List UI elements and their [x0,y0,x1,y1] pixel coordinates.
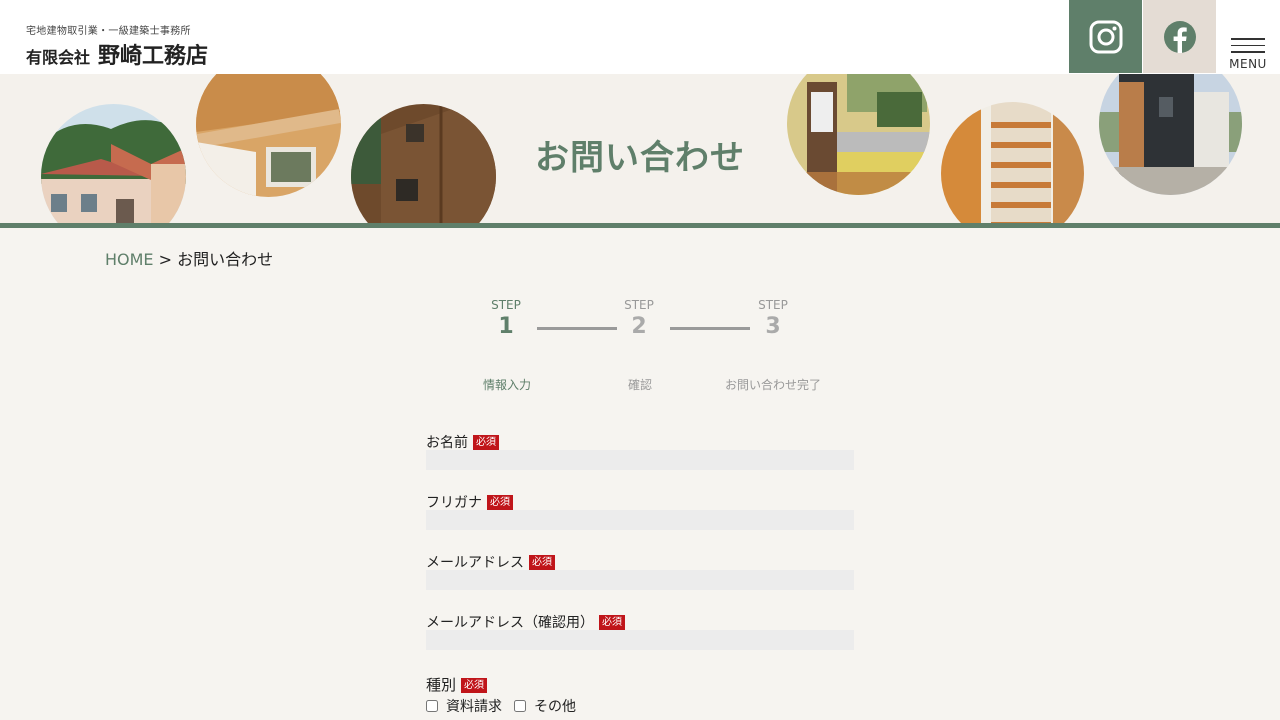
option-label: その他 [534,699,576,715]
required-badge: 必須 [461,678,488,693]
breadcrumb-home-link[interactable]: HOME [105,250,154,269]
step-number: 3 [765,314,781,339]
step-3-caption: お問い合わせ完了 [724,378,821,392]
furigana-input[interactable] [426,510,854,530]
logo-subtitle: 宅地建物取引業・一級建築士事務所 [26,26,191,37]
facebook-icon [1163,20,1196,53]
required-badge: 必須 [529,555,555,570]
email-label: メールアドレス 必須 [426,552,555,572]
step-2-caption: 確認 [627,378,652,392]
breadcrumb: HOME > お問い合わせ [105,246,273,270]
step-number: 1 [498,314,514,339]
step-label: STEP [624,298,654,312]
menu-label: MENU [1229,56,1267,71]
page-title: お問い合わせ [535,138,745,178]
brochure-checkbox[interactable] [426,700,438,712]
instagram-icon [1089,20,1122,53]
email-confirm-label: メールアドレス（確認用） 必須 [426,612,625,632]
menu-button[interactable]: MENU [1222,30,1274,74]
option-label: 資料請求 [446,699,502,715]
field-label-text: 種別 [426,676,457,694]
facebook-button[interactable] [1143,0,1216,73]
furigana-label: フリガナ 必須 [426,492,513,512]
option-brochure[interactable]: 資料請求 [426,696,502,716]
step-1: STEP 1 [466,298,546,339]
field-label-text: メールアドレス（確認用） [426,615,594,631]
site-header: 宅地建物取引業・一級建築士事務所 有限会社 野崎工務店 MENU [0,0,1280,74]
company-name: 野崎工務店 [98,44,209,69]
email-input[interactable] [426,570,854,590]
field-label-text: フリガナ [426,495,482,511]
option-other[interactable]: その他 [514,696,576,716]
page-hero: お問い合わせ [0,74,1280,224]
hamburger-icon [1231,38,1265,53]
breadcrumb-current: お問い合わせ [177,250,274,269]
step-1-caption: 情報入力 [482,378,531,392]
name-label: お名前 必須 [426,432,499,452]
field-label-text: お名前 [426,435,468,451]
required-badge: 必須 [487,495,513,510]
breadcrumb-separator: > [158,250,173,269]
site-logo[interactable]: 有限会社 野崎工務店 [26,38,208,70]
field-label-text: メールアドレス [426,555,524,571]
step-number: 2 [631,314,647,339]
step-label: STEP [491,298,521,312]
photo-stairs [941,102,1084,224]
hero-divider [0,223,1280,228]
step-label: STEP [758,298,788,312]
other-checkbox[interactable] [514,700,526,712]
required-badge: 必須 [473,435,499,450]
step-2: STEP 2 [599,298,679,339]
category-label: 種別 必須 [426,674,488,695]
instagram-button[interactable] [1069,0,1142,73]
company-prefix: 有限会社 [26,48,91,67]
name-input[interactable] [426,450,854,470]
required-badge: 必須 [599,615,625,630]
category-options: 資料請求 その他 [426,696,588,716]
email-confirm-input[interactable] [426,630,854,650]
step-3: STEP 3 [733,298,813,339]
